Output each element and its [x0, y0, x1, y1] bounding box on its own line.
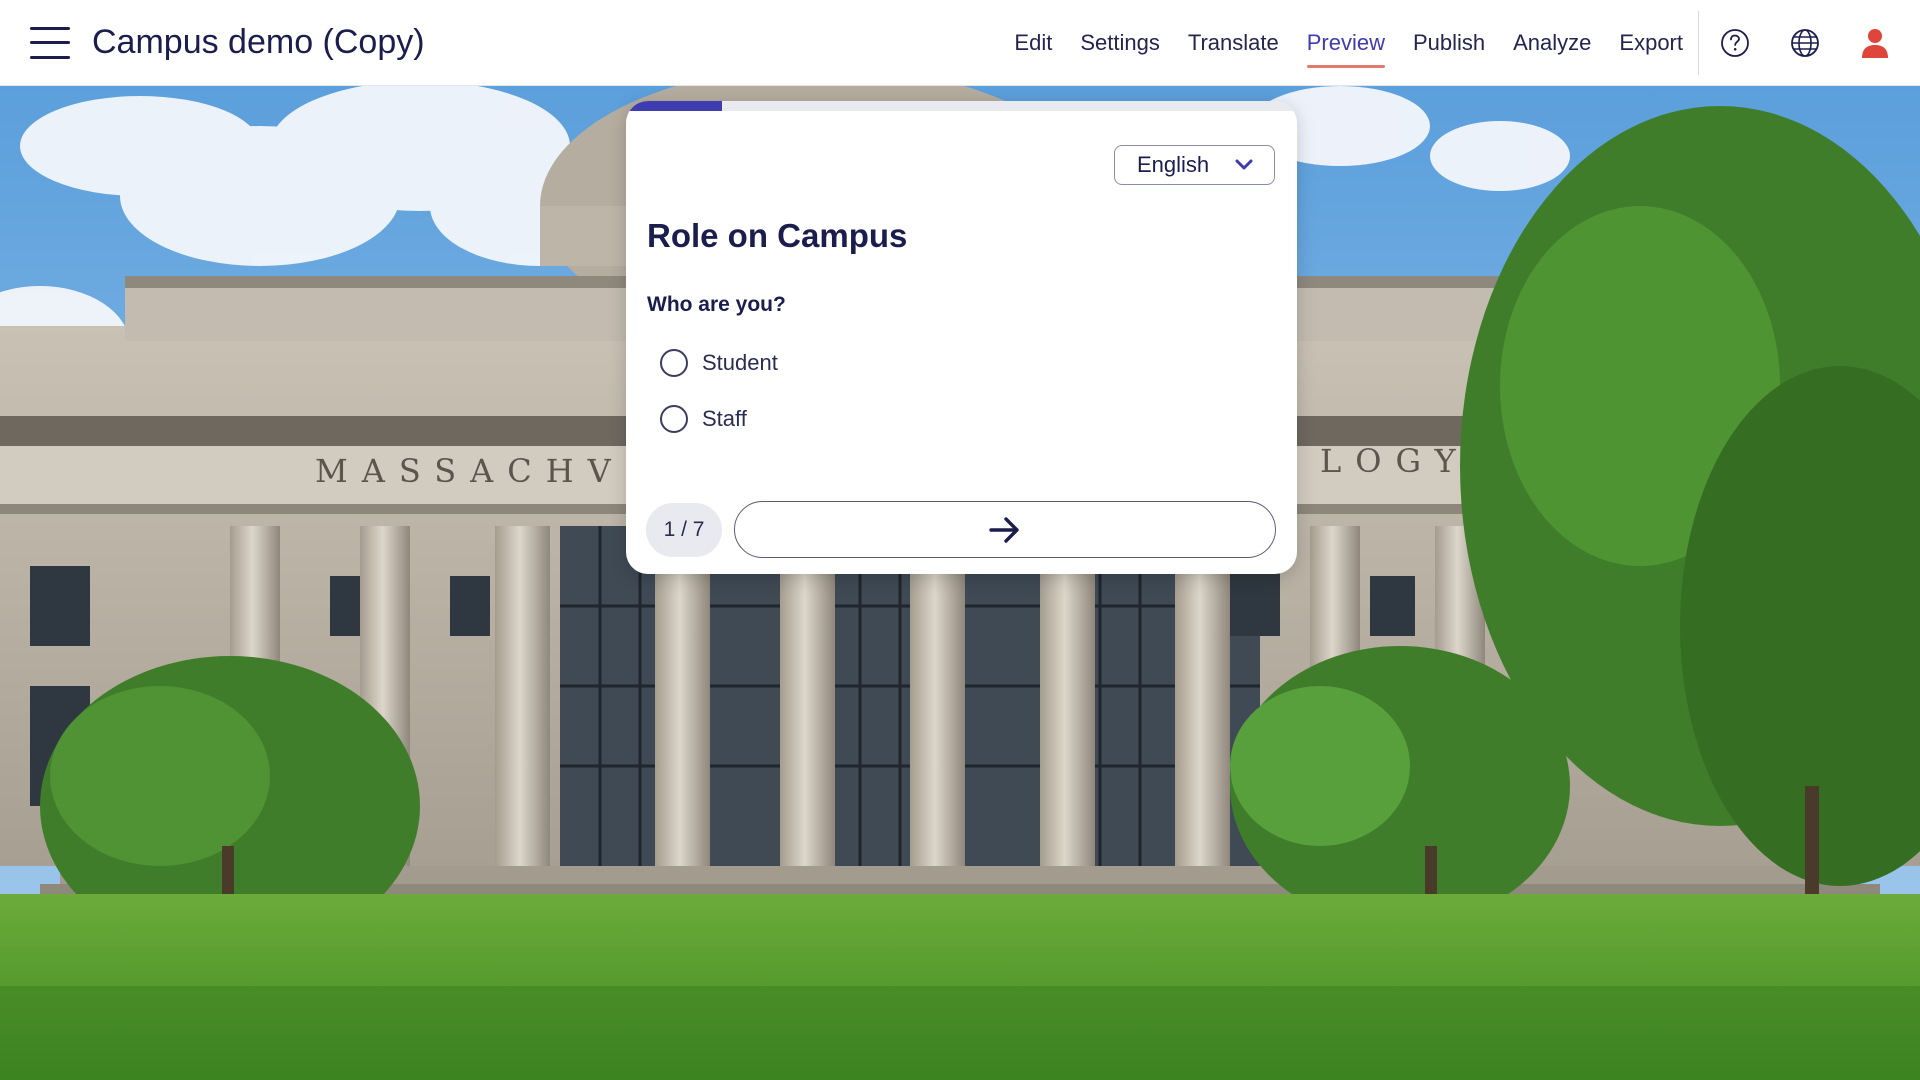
language-select[interactable]: English	[1114, 145, 1275, 185]
help-icon[interactable]	[1715, 23, 1755, 63]
language-select-value: English	[1137, 152, 1210, 177]
progress-bar	[626, 101, 1297, 111]
globe-icon[interactable]	[1785, 23, 1825, 63]
option-student[interactable]: Student	[660, 349, 778, 377]
answer-options: Student Staff	[660, 349, 778, 461]
hamburger-menu-icon[interactable]	[30, 26, 70, 59]
nav-edit[interactable]: Edit	[1014, 0, 1052, 86]
option-label: Student	[702, 350, 778, 375]
page-indicator: 1 / 7	[646, 503, 722, 557]
option-staff[interactable]: Staff	[660, 405, 778, 433]
app-title: Campus demo (Copy)	[92, 23, 425, 61]
radio-button[interactable]	[660, 405, 688, 433]
nav-analyze[interactable]: Analyze	[1513, 0, 1591, 86]
nav-publish[interactable]: Publish	[1413, 0, 1485, 86]
survey-card: English Role on Campus Who are you? Stud…	[626, 101, 1297, 574]
nav-preview[interactable]: Preview	[1306, 0, 1386, 86]
arrow-right-icon	[989, 516, 1019, 543]
nav-translate[interactable]: Translate	[1188, 0, 1279, 86]
next-button[interactable]	[734, 501, 1276, 558]
progress-bar-fill	[626, 101, 722, 111]
nav-divider	[1698, 10, 1699, 75]
option-label: Staff	[702, 406, 747, 431]
main-nav: Edit Settings Translate Preview Publish …	[1014, 0, 1920, 86]
user-icon[interactable]	[1855, 23, 1895, 63]
nav-settings[interactable]: Settings	[1080, 0, 1160, 86]
question-text: Who are you?	[647, 293, 786, 316]
radio-button[interactable]	[660, 349, 688, 377]
top-bar: Campus demo (Copy) Edit Settings Transla…	[0, 0, 1920, 86]
building-inscription-right: LOGY	[1320, 442, 1470, 480]
survey-title: Role on Campus	[647, 217, 908, 254]
nav-export[interactable]: Export	[1619, 0, 1683, 86]
chevron-down-icon	[1235, 159, 1253, 170]
